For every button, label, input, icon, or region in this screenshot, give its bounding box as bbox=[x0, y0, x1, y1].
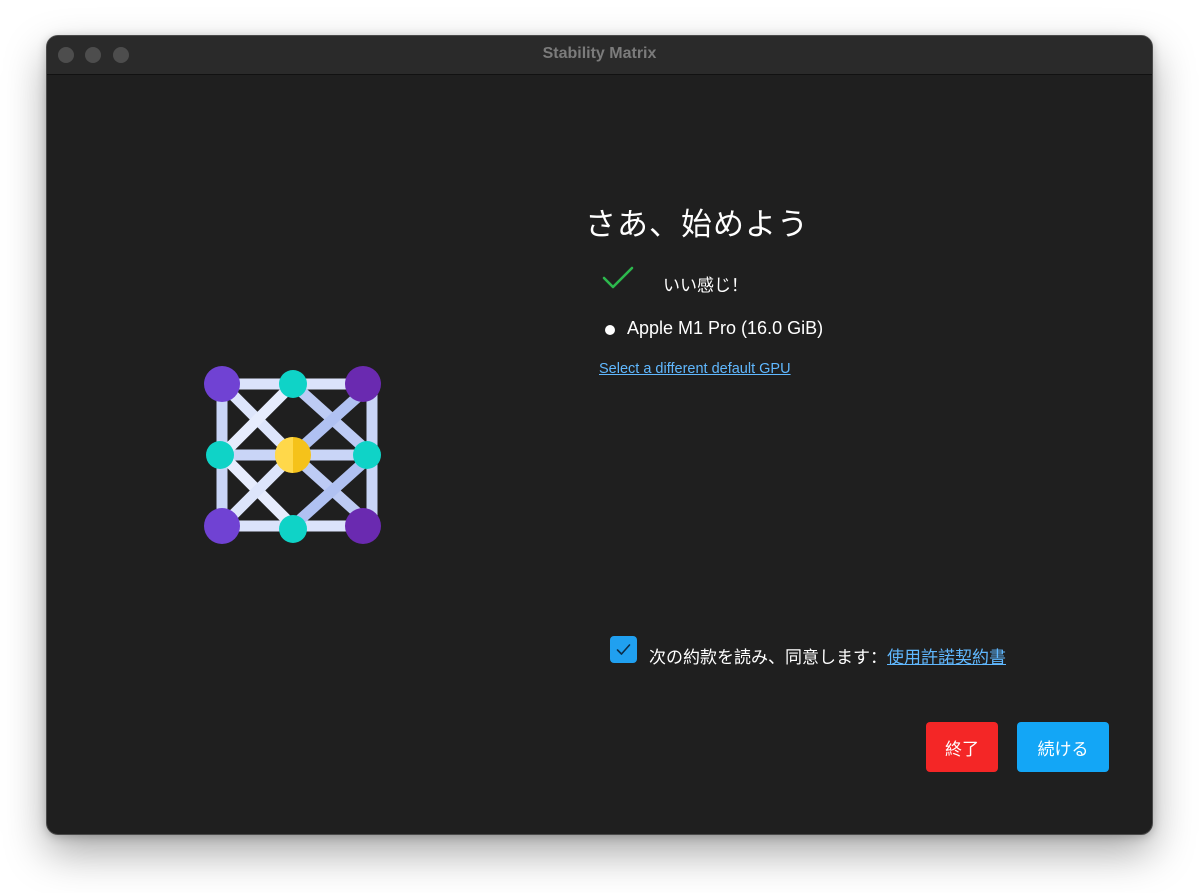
continue-button[interactable]: 続ける bbox=[1017, 722, 1109, 772]
status-text: いい感じ！ bbox=[663, 276, 748, 296]
checkmark-icon bbox=[616, 644, 631, 655]
gpu-name: Apple M1 Pro (16.0 GiB) bbox=[627, 318, 824, 338]
window-title: Stability Matrix bbox=[542, 45, 657, 62]
quit-button[interactable]: 終了 bbox=[926, 722, 998, 772]
check-icon bbox=[602, 266, 634, 289]
license-agree-checkbox[interactable] bbox=[610, 636, 637, 663]
stability-matrix-logo bbox=[204, 366, 381, 544]
select-gpu-link[interactable]: Select a different default GPU bbox=[599, 361, 791, 377]
title-bar[interactable]: Stability Matrix bbox=[47, 36, 1152, 75]
app-window: Stability Matrix さあ、始めよう いい感じ！ Apple M1 … bbox=[47, 36, 1152, 834]
license-agreement-link[interactable]: 使用許諾契約書 bbox=[887, 648, 1006, 668]
license-agree-label: 次の約款を読み、同意します：使用許諾契約書 bbox=[649, 643, 1006, 668]
page-heading: さあ、始めよう bbox=[585, 207, 809, 243]
license-agree-text: 次の約款を読み、同意します： bbox=[649, 648, 887, 668]
gpu-bullet-icon bbox=[605, 325, 615, 335]
